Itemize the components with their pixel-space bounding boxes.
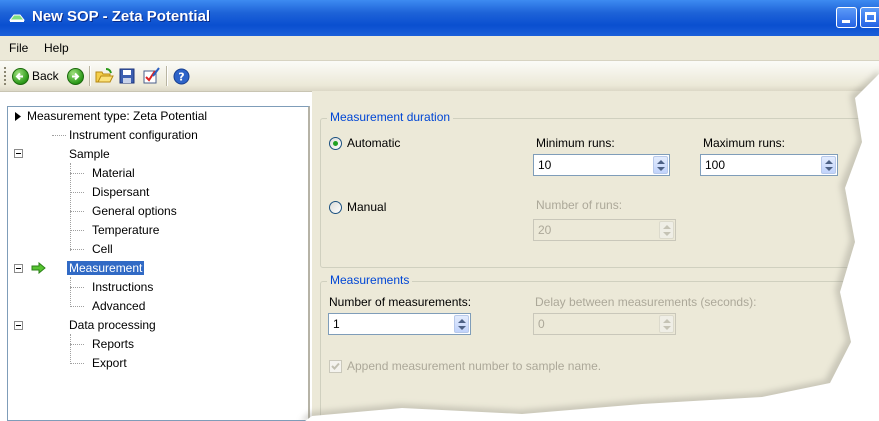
tree-connector	[70, 211, 84, 212]
window-title: New SOP - Zeta Potential	[32, 8, 211, 25]
tree-item-export[interactable]: Export	[92, 356, 127, 370]
tree-item-instrument-configuration[interactable]: Instrument configuration	[69, 128, 198, 142]
collapse-measurement-icon[interactable]	[14, 264, 23, 273]
measurements-title: Measurements	[327, 273, 413, 287]
tree-item-material[interactable]: Material	[92, 166, 135, 180]
sop-tree[interactable]: Measurement type: Zeta Potential Instrum…	[7, 106, 310, 421]
minimum-runs-label: Minimum runs:	[536, 136, 615, 150]
back-arrow-icon	[12, 67, 29, 85]
settings-panel: Measurement duration Automatic Minimum r…	[312, 91, 879, 421]
tree-item-dispersant[interactable]: Dispersant	[92, 185, 149, 199]
spinner-arrows-icon[interactable]	[454, 315, 469, 333]
menu-bar: File Help	[0, 36, 879, 61]
manual-radio[interactable]	[329, 201, 342, 214]
number-of-measurements-value: 1	[333, 317, 340, 331]
toolbar-separator	[89, 66, 91, 86]
tree-item-advanced[interactable]: Advanced	[92, 299, 145, 313]
menu-help[interactable]: Help	[44, 41, 69, 55]
menu-file[interactable]: File	[9, 41, 28, 55]
tree-item-sample[interactable]: Sample	[69, 147, 110, 161]
save-disk-icon	[119, 68, 135, 84]
measurement-duration-title: Measurement duration	[327, 110, 454, 124]
edit-check-icon	[143, 67, 160, 84]
tree-connector	[70, 334, 71, 364]
number-of-measurements-label: Number of measurements:	[329, 295, 472, 309]
maximize-button[interactable]	[860, 7, 879, 28]
tree-item-instructions[interactable]: Instructions	[92, 280, 153, 294]
tree-connector	[70, 344, 84, 345]
number-of-runs-spinner[interactable]: 20	[533, 219, 676, 241]
number-of-measurements-spinner[interactable]: 1	[328, 313, 471, 335]
forward-button[interactable]	[67, 66, 84, 86]
append-measurement-checkbox[interactable]	[329, 360, 342, 373]
back-button[interactable]: Back	[12, 66, 59, 86]
help-question-icon: ?	[173, 68, 190, 84]
checkmark-icon	[331, 362, 340, 370]
sop-window: New SOP - Zeta Potential File Help Back	[0, 0, 879, 421]
toolbar-separator	[166, 66, 168, 86]
number-of-runs-value: 20	[538, 223, 552, 237]
toolbar: Back ?	[0, 61, 879, 92]
minimum-runs-spinner[interactable]: 10	[533, 154, 670, 176]
collapse-sample-icon[interactable]	[14, 149, 23, 158]
help-button[interactable]: ?	[173, 66, 190, 86]
app-icon	[9, 14, 25, 22]
radio-selected-dot	[333, 141, 338, 146]
tree-connector	[70, 173, 84, 174]
automatic-label[interactable]: Automatic	[347, 136, 400, 150]
collapse-data-processing-icon[interactable]	[14, 321, 23, 330]
maximum-runs-label: Maximum runs:	[703, 136, 786, 150]
current-step-arrow-icon	[31, 262, 46, 274]
forward-arrow-icon	[67, 67, 84, 85]
tree-connector	[70, 163, 71, 251]
manual-label[interactable]: Manual	[347, 200, 386, 214]
tree-item-general-options[interactable]: General options	[92, 204, 177, 218]
toolbar-grip[interactable]	[4, 67, 6, 85]
tree-item-temperature[interactable]: Temperature	[92, 223, 159, 237]
spinner-arrows-icon[interactable]	[659, 315, 674, 333]
title-bar[interactable]: New SOP - Zeta Potential	[0, 0, 879, 36]
open-folder-icon	[95, 68, 114, 83]
delay-spinner[interactable]: 0	[533, 313, 676, 335]
tree-connector	[70, 277, 71, 307]
tree-connector	[70, 306, 84, 307]
automatic-radio[interactable]	[329, 137, 342, 150]
tree-item-cell[interactable]: Cell	[92, 242, 113, 256]
tree-connector	[70, 287, 84, 288]
append-measurement-label: Append measurement number to sample name…	[347, 359, 602, 373]
save-button[interactable]	[119, 66, 135, 86]
number-of-runs-label: Number of runs:	[536, 198, 623, 212]
spinner-arrows-icon[interactable]	[653, 156, 668, 174]
svg-text:?: ?	[178, 70, 184, 83]
tree-item-measurement-type[interactable]: Measurement type: Zeta Potential	[27, 109, 207, 123]
minimize-button[interactable]	[836, 7, 857, 28]
tree-connector	[52, 135, 66, 136]
delay-label: Delay between measurements (seconds):	[535, 295, 757, 309]
delay-value: 0	[538, 317, 545, 331]
tree-connector	[70, 363, 84, 364]
spinner-arrows-icon[interactable]	[821, 156, 836, 174]
tree-connector	[70, 192, 84, 193]
tree-item-reports[interactable]: Reports	[92, 337, 134, 351]
back-label: Back	[32, 69, 59, 83]
open-button[interactable]	[95, 66, 114, 86]
tree-connector	[70, 249, 84, 250]
spinner-arrows-icon[interactable]	[659, 221, 674, 239]
collapse-arrow-icon	[15, 112, 21, 121]
tree-item-measurement[interactable]: Measurement	[67, 261, 145, 275]
maximum-runs-spinner[interactable]: 100	[700, 154, 838, 176]
edit-button[interactable]	[142, 66, 160, 86]
minimize-icon	[842, 20, 850, 23]
maximum-runs-value: 100	[705, 158, 726, 172]
minimum-runs-value: 10	[538, 158, 552, 172]
tree-item-data-processing[interactable]: Data processing	[69, 318, 156, 332]
maximize-icon	[865, 12, 876, 22]
tree-connector	[70, 230, 84, 231]
